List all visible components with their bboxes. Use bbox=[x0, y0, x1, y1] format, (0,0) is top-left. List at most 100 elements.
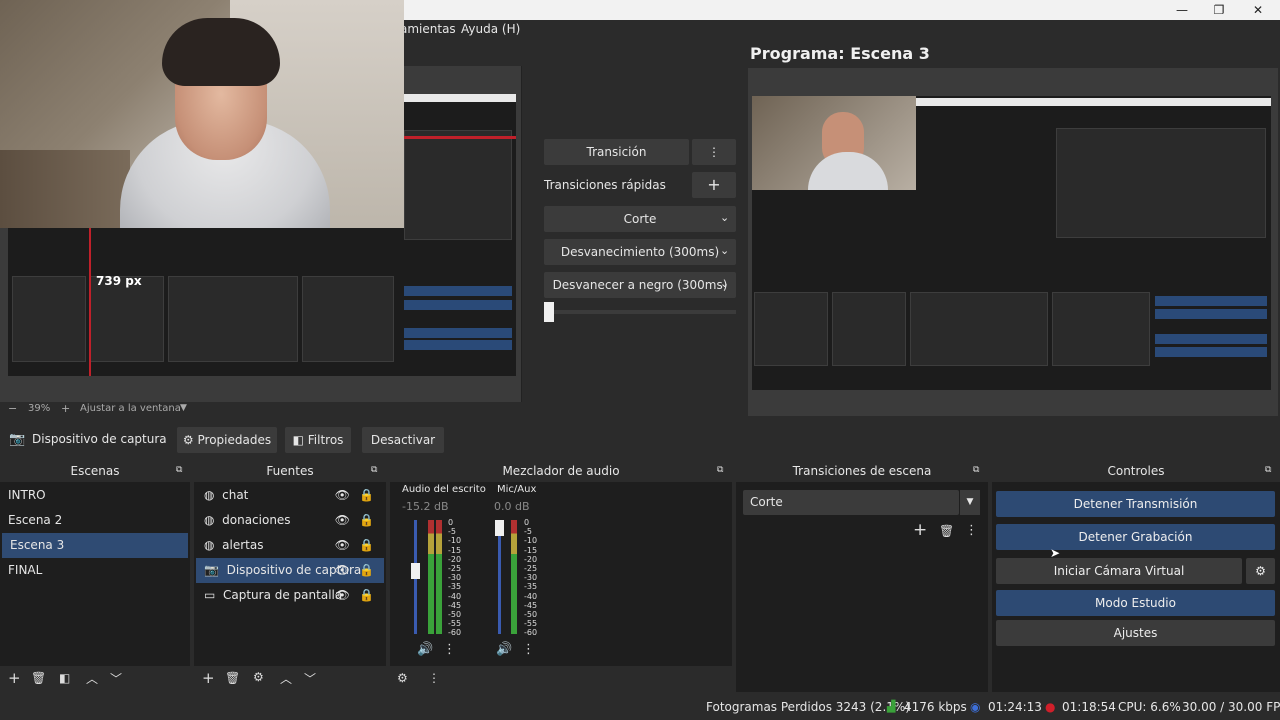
undock-icon[interactable]: ⧉ bbox=[371, 465, 377, 475]
properties-button[interactable]: ⚙ Propiedades bbox=[177, 427, 277, 453]
move-up-icon[interactable]: ︿ bbox=[280, 670, 292, 687]
speaker-icon[interactable]: 🔊 bbox=[417, 642, 433, 657]
move-up-icon[interactable]: ︿ bbox=[86, 670, 98, 687]
cpu-usage: CPU: 6.6% bbox=[1118, 700, 1181, 714]
stop-streaming-button[interactable]: Detener Transmisión bbox=[996, 491, 1275, 517]
level-meter bbox=[428, 520, 434, 634]
fit-window-label: Ajustar a la ventana bbox=[80, 403, 181, 414]
lock-icon[interactable]: 🔒 bbox=[359, 583, 374, 608]
more-icon[interactable]: ⋮ bbox=[443, 642, 456, 657]
speaker-icon[interactable]: 🔊 bbox=[496, 642, 512, 657]
scene-item[interactable]: INTRO bbox=[0, 483, 190, 508]
undock-icon[interactable]: ⧉ bbox=[717, 465, 723, 475]
add-quick-transition-button[interactable]: + bbox=[692, 172, 736, 198]
trash-icon[interactable]: 🗑 bbox=[31, 671, 46, 685]
scene-item[interactable]: FINAL bbox=[0, 558, 190, 583]
undock-icon[interactable]: ⧉ bbox=[176, 465, 182, 475]
move-down-icon[interactable]: ﹀ bbox=[110, 670, 122, 687]
source-item-selected[interactable]: 📷 Dispositivo de captura 👁 🔒 bbox=[196, 558, 384, 583]
more-icon[interactable]: ⋮ bbox=[428, 671, 440, 685]
db-tick: -45 bbox=[448, 600, 462, 610]
quick-transition-fade[interactable]: Desvanecimiento (300ms) bbox=[544, 239, 736, 265]
transition-more-icon[interactable]: ⋮ bbox=[692, 139, 736, 165]
nested-transitions bbox=[302, 276, 394, 362]
minimize-button[interactable]: — bbox=[1164, 0, 1200, 20]
zoom-out-button[interactable]: − bbox=[8, 402, 17, 415]
maximize-button[interactable]: ❐ bbox=[1201, 0, 1237, 20]
sources-footer: + 🗑 ⚙ ︿ ﹀ bbox=[194, 666, 386, 692]
close-button[interactable]: ✕ bbox=[1240, 0, 1276, 20]
volume-slider-handle[interactable] bbox=[495, 520, 504, 536]
scene-item[interactable]: Escena 2 bbox=[0, 508, 190, 533]
quick-transition-fade-black[interactable]: Desvanecer a negro (300ms) bbox=[544, 272, 736, 298]
record-time: 01:18:54 bbox=[1062, 700, 1116, 714]
zoom-dropdown-chevron-icon[interactable]: ▼ bbox=[180, 403, 187, 413]
undock-icon[interactable]: ⧉ bbox=[1265, 465, 1271, 475]
source-item[interactable]: ▭ Captura de pantalla 👁 🔒 bbox=[196, 583, 384, 608]
menu-help[interactable]: Ayuda (H) bbox=[461, 22, 520, 36]
nested-red-bar bbox=[404, 136, 516, 139]
scenes-dock-header: Escenas bbox=[0, 460, 190, 482]
add-icon[interactable]: + bbox=[8, 669, 21, 687]
webcam-feed bbox=[0, 0, 404, 228]
transition-button[interactable]: Transición bbox=[544, 139, 689, 165]
more-icon[interactable]: ⋮ bbox=[965, 523, 978, 538]
lock-icon[interactable]: 🔒 bbox=[359, 483, 374, 508]
live-icon: ◉ bbox=[970, 700, 981, 714]
t-bar-handle[interactable] bbox=[544, 302, 554, 322]
undock-icon[interactable]: ⧉ bbox=[973, 465, 979, 475]
t-bar-track[interactable] bbox=[544, 310, 736, 314]
source-item[interactable]: ◍ chat 👁 🔒 bbox=[196, 483, 384, 508]
start-virtual-camera-button[interactable]: Iniciar Cámara Virtual bbox=[996, 558, 1242, 584]
db-tick: -55 bbox=[524, 619, 538, 629]
eye-icon[interactable]: 👁 bbox=[335, 483, 350, 508]
chevron-down-icon[interactable]: ▼ bbox=[960, 490, 980, 515]
chevron-down-icon: ⌄ bbox=[720, 277, 730, 290]
lock-icon[interactable]: 🔒 bbox=[359, 533, 374, 558]
db-tick: -35 bbox=[448, 582, 462, 592]
program-nested-sources bbox=[832, 292, 906, 366]
fps: 30.00 / 30.00 FPS bbox=[1182, 700, 1280, 714]
db-tick: -40 bbox=[448, 591, 462, 601]
add-icon[interactable]: + bbox=[202, 669, 215, 687]
filters-button[interactable]: ◧ Filtros bbox=[285, 427, 351, 453]
trash-icon[interactable]: 🗑 bbox=[939, 524, 954, 538]
source-item[interactable]: ◍ alertas 👁 🔒 bbox=[196, 533, 384, 558]
trash-icon[interactable]: 🗑 bbox=[225, 671, 240, 685]
deactivate-button[interactable]: Desactivar bbox=[362, 427, 444, 453]
eye-icon[interactable]: 👁 bbox=[335, 558, 350, 583]
mixer-dock-header: Mezclador de audio bbox=[390, 460, 732, 482]
eye-icon[interactable]: 👁 bbox=[335, 508, 350, 533]
nested-sources bbox=[90, 276, 164, 362]
more-icon[interactable]: ⋮ bbox=[522, 642, 535, 657]
zoom-in-button[interactable]: + bbox=[61, 402, 70, 415]
advanced-audio-icon[interactable]: ⚙ bbox=[397, 671, 408, 685]
add-icon[interactable]: + bbox=[913, 520, 927, 540]
nested-stop-stream bbox=[404, 286, 512, 296]
settings-button[interactable]: Ajustes bbox=[996, 620, 1275, 646]
mixer-footer: ⚙ ⋮ bbox=[390, 666, 732, 692]
filter-icon[interactable]: ◧ bbox=[59, 671, 70, 685]
controls-dock-header: Controles bbox=[992, 460, 1280, 482]
transition-select[interactable]: Corte bbox=[743, 490, 959, 515]
move-down-icon[interactable]: ﹀ bbox=[304, 670, 316, 687]
eye-icon[interactable]: 👁 bbox=[335, 533, 350, 558]
volume-slider-track[interactable] bbox=[498, 520, 501, 634]
gear-icon[interactable]: ⚙ bbox=[253, 670, 264, 684]
studio-mode-button[interactable]: Modo Estudio bbox=[996, 590, 1275, 616]
volume-slider-handle[interactable] bbox=[411, 563, 420, 579]
menu-tools[interactable]: amientas bbox=[400, 22, 456, 36]
chevron-down-icon: ⌄ bbox=[720, 244, 730, 257]
scene-item-selected[interactable]: Escena 3 bbox=[2, 533, 188, 558]
stop-recording-button[interactable]: Detener Grabación bbox=[996, 524, 1275, 550]
lock-icon[interactable]: 🔒 bbox=[359, 508, 374, 533]
nested-preview bbox=[404, 130, 512, 240]
quick-transition-cut[interactable]: Corte bbox=[544, 206, 736, 232]
channel-name: Audio del escrito bbox=[402, 484, 486, 495]
eye-icon[interactable]: 👁 bbox=[335, 583, 350, 608]
gear-icon[interactable]: ⚙ bbox=[1246, 558, 1275, 584]
program-nested-studio bbox=[1155, 334, 1267, 344]
lock-icon[interactable]: 🔒 bbox=[359, 558, 374, 583]
program-nested-stop-record bbox=[1155, 309, 1267, 319]
source-item[interactable]: ◍ donaciones 👁 🔒 bbox=[196, 508, 384, 533]
